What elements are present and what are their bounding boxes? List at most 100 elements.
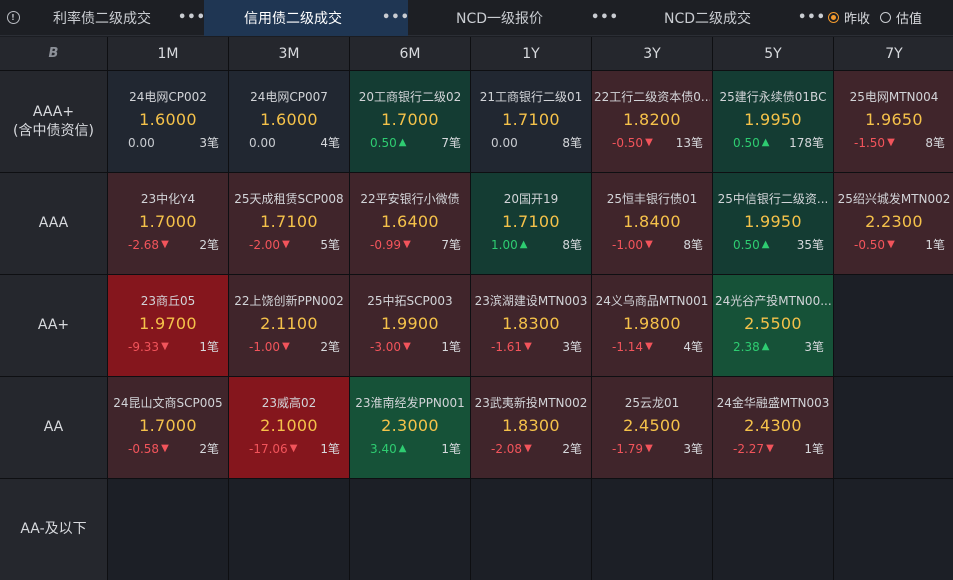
more-options-icon[interactable]: ••• xyxy=(591,10,618,25)
bp-change: -2.00 ▼ xyxy=(249,238,290,252)
bond-cell[interactable]: 24昆山文商SCP005 1.7000 -0.58 ▼ 2笔 xyxy=(108,377,228,478)
bond-cell[interactable]: 25绍兴城发MTN002 2.2300 -0.50 ▼ 1笔 xyxy=(834,173,953,274)
radio-dot-icon[interactable] xyxy=(828,12,839,23)
column-header-1y[interactable]: 1Y xyxy=(471,37,591,70)
bond-cell-footer: -1.79 ▼ 3笔 xyxy=(592,440,712,457)
tab-3[interactable]: NCD一级报价 ••• xyxy=(408,0,618,36)
column-header-1m[interactable]: 1M xyxy=(108,37,228,70)
trade-count: 8笔 xyxy=(562,134,582,151)
bond-yield: 2.4500 xyxy=(623,416,681,435)
bond-cell-footer: -1.14 ▼ 4笔 xyxy=(592,338,712,355)
arrow-up-icon: ▲ xyxy=(398,443,407,454)
bond-cell[interactable]: 20工商银行二级02 1.7000 0.50 ▲ 7笔 xyxy=(350,71,470,172)
bp-change: -1.00 ▼ xyxy=(612,238,653,252)
bond-cell[interactable]: 21工商银行二级01 1.7100 0.00 8笔 xyxy=(471,71,591,172)
bond-cell[interactable]: 23淮南经发PPN001 2.3000 3.40 ▲ 1笔 xyxy=(350,377,470,478)
bond-cell[interactable]: 24电网CP002 1.6000 0.00 3笔 xyxy=(108,71,228,172)
bond-name: 23滨湖建设MTN003 xyxy=(474,294,588,308)
bond-cell[interactable]: 25电网MTN004 1.9650 -1.50 ▼ 8笔 xyxy=(834,71,953,172)
trade-count-value: 3 xyxy=(683,442,691,456)
bp-change-value: 0.00 xyxy=(491,135,518,150)
bond-name: 20国开19 xyxy=(503,192,559,206)
column-header-7y[interactable]: 7Y xyxy=(834,37,953,70)
bond-name: 24光谷产投MTN00... xyxy=(715,294,831,308)
trade-count-value: 2 xyxy=(199,442,207,456)
trade-count-value: 7 xyxy=(441,238,449,252)
bond-yield: 2.1100 xyxy=(260,314,318,333)
bond-name: 22平安银行小微债 xyxy=(360,192,460,206)
empty-cell xyxy=(592,479,712,580)
bp-change-value: 1.00 xyxy=(491,237,518,252)
trade-count-value: 1 xyxy=(320,442,328,456)
trade-count: 2笔 xyxy=(320,338,340,355)
bond-cell[interactable]: 24电网CP007 1.6000 0.00 4笔 xyxy=(229,71,349,172)
bond-cell[interactable]: 20国开19 1.7100 1.00 ▲ 8笔 xyxy=(471,173,591,274)
bond-cell[interactable]: 22工行二级资本债0... 1.8200 -0.50 ▼ 13笔 xyxy=(592,71,712,172)
trade-count-suffix: 笔 xyxy=(811,136,824,150)
trade-count-suffix: 笔 xyxy=(327,442,340,456)
bond-cell-footer: 0.00 4笔 xyxy=(229,134,349,151)
bond-yield: 1.9800 xyxy=(623,314,681,333)
bond-cell[interactable]: 25天成租赁SCP008 1.7100 -2.00 ▼ 5笔 xyxy=(229,173,349,274)
bond-yield: 1.9700 xyxy=(139,314,197,333)
radio-label: 估值 xyxy=(896,12,923,27)
tab-label: NCD二级成交 xyxy=(663,10,752,27)
trade-count: 4笔 xyxy=(683,338,703,355)
trade-count-value: 2 xyxy=(562,442,570,456)
bond-cell[interactable]: 22平安银行小微债 1.6400 -0.99 ▼ 7笔 xyxy=(350,173,470,274)
trade-count: 3笔 xyxy=(804,338,824,355)
column-header-5y[interactable]: 5Y xyxy=(713,37,833,70)
arrow-down-icon: ▼ xyxy=(161,239,169,250)
bp-change: 0.00 xyxy=(249,136,276,150)
bond-cell[interactable]: 23威高02 2.1000 -17.06 ▼ 1笔 xyxy=(229,377,349,478)
rating-label-line: AA xyxy=(43,419,64,435)
trade-count-suffix: 笔 xyxy=(206,340,219,354)
column-header-6m[interactable]: 6M xyxy=(350,37,470,70)
bond-cell[interactable]: 24金华融盛MTN003 2.4300 -2.27 ▼ 1笔 xyxy=(713,377,833,478)
bond-cell[interactable]: 24光谷产投MTN00... 2.5500 2.38 ▲ 3笔 xyxy=(713,275,833,376)
bond-cell[interactable]: 25中信银行二级资... 1.9950 0.50 ▲ 35笔 xyxy=(713,173,833,274)
column-header-3y[interactable]: 3Y xyxy=(592,37,712,70)
trade-count: 4笔 xyxy=(320,134,340,151)
bond-name: 25电网MTN004 xyxy=(849,90,939,104)
radio-label: 昨收 xyxy=(844,12,871,27)
tab-4[interactable]: NCD二级成交 ••• xyxy=(617,0,825,36)
bond-cell[interactable]: 25云龙01 2.4500 -1.79 ▼ 3笔 xyxy=(592,377,712,478)
arrow-down-icon: ▼ xyxy=(282,239,290,250)
radio-option-1[interactable]: 昨收 xyxy=(828,8,870,27)
bond-cell[interactable]: 25建行永续债01BC 1.9950 0.50 ▲ 178笔 xyxy=(713,71,833,172)
bond-yield: 1.8400 xyxy=(623,212,681,231)
arrow-down-icon: ▼ xyxy=(161,443,169,454)
bond-cell[interactable]: 23武夷新投MTN002 1.8300 -2.08 ▼ 2笔 xyxy=(471,377,591,478)
more-options-icon[interactable]: ••• xyxy=(382,10,409,25)
trade-count: 1笔 xyxy=(441,440,461,457)
bond-cell[interactable]: 24义乌商品MTN001 1.9800 -1.14 ▼ 4笔 xyxy=(592,275,712,376)
tab-1[interactable]: 利率债二级成交 ••• xyxy=(26,0,205,36)
bp-change-value: -17.06 xyxy=(249,441,288,456)
rating-label-line: (含中债资信) xyxy=(13,122,94,139)
bond-name: 24金华融盛MTN003 xyxy=(716,396,830,410)
bp-change: 0.00 xyxy=(491,136,518,150)
info-icon[interactable]: ! xyxy=(0,0,26,36)
arrow-down-icon: ▼ xyxy=(645,137,653,148)
radio-option-2[interactable]: 估值 xyxy=(880,8,922,27)
more-options-icon[interactable]: ••• xyxy=(178,10,205,25)
bond-cell-footer: 0.50 ▲ 7笔 xyxy=(350,134,470,151)
bond-cell[interactable]: 23中化Y4 1.7000 -2.68 ▼ 2笔 xyxy=(108,173,228,274)
column-header-3m[interactable]: 3M xyxy=(229,37,349,70)
trade-count-value: 8 xyxy=(683,238,691,252)
bond-cell-footer: -3.00 ▼ 1笔 xyxy=(350,338,470,355)
trade-count-value: 3 xyxy=(804,340,812,354)
bond-cell[interactable]: 23商丘05 1.9700 -9.33 ▼ 1笔 xyxy=(108,275,228,376)
bond-cell[interactable]: 23滨湖建设MTN003 1.8300 -1.61 ▼ 3笔 xyxy=(471,275,591,376)
bond-cell[interactable]: 25恒丰银行债01 1.8400 -1.00 ▼ 8笔 xyxy=(592,173,712,274)
bond-cell[interactable]: 25中拓SCP003 1.9900 -3.00 ▼ 1笔 xyxy=(350,275,470,376)
bp-change: -9.33 ▼ xyxy=(128,340,169,354)
bond-yield: 1.7000 xyxy=(139,212,197,231)
tab-2[interactable]: 信用债二级成交 ••• xyxy=(204,0,409,36)
bond-cell[interactable]: 22上饶创新PPN002 2.1100 -1.00 ▼ 2笔 xyxy=(229,275,349,376)
radio-dot-icon[interactable] xyxy=(880,12,892,23)
more-options-icon[interactable]: ••• xyxy=(798,10,825,25)
bp-change: 3.40 ▲ xyxy=(370,442,406,456)
bond-cell-footer: -1.00 ▼ 8笔 xyxy=(592,236,712,253)
